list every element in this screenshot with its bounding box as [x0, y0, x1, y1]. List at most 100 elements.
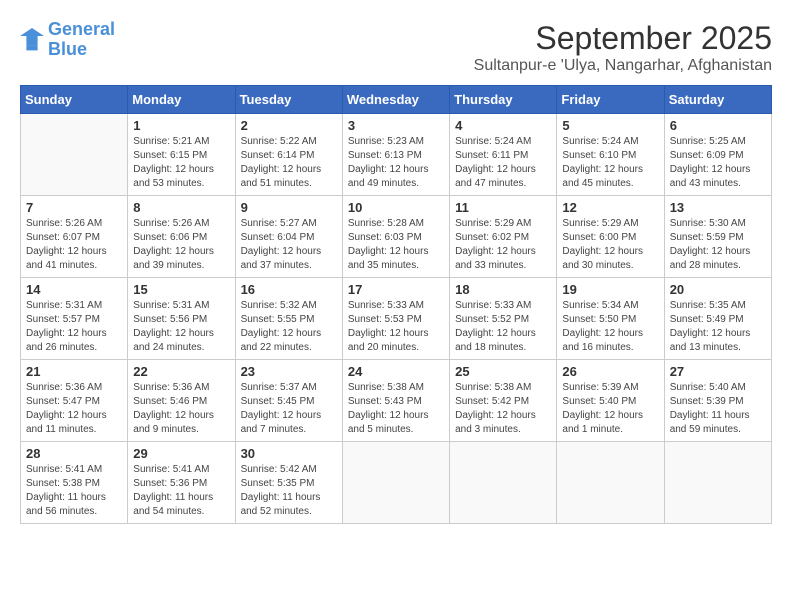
week-row-2: 14 Sunrise: 5:31 AM Sunset: 5:57 PM Dayli…	[21, 278, 772, 360]
day-number: 12	[562, 200, 658, 215]
day-number: 7	[26, 200, 122, 215]
day-number: 8	[133, 200, 229, 215]
day-number: 3	[348, 118, 444, 133]
header-cell-sunday: Sunday	[21, 86, 128, 114]
header-row: SundayMondayTuesdayWednesdayThursdayFrid…	[21, 86, 772, 114]
day-number: 28	[26, 446, 122, 461]
header-cell-monday: Monday	[128, 86, 235, 114]
day-number: 22	[133, 364, 229, 379]
day-number: 15	[133, 282, 229, 297]
day-number: 26	[562, 364, 658, 379]
day-number: 20	[670, 282, 766, 297]
location-subtitle: Sultanpur-e 'Ulya, Nangarhar, Afghanista…	[474, 57, 772, 75]
day-info: Sunrise: 5:41 AM Sunset: 5:38 PM Dayligh…	[26, 463, 122, 519]
day-info: Sunrise: 5:37 AM Sunset: 5:45 PM Dayligh…	[241, 381, 337, 437]
day-info: Sunrise: 5:36 AM Sunset: 5:47 PM Dayligh…	[26, 381, 122, 437]
day-info: Sunrise: 5:26 AM Sunset: 6:07 PM Dayligh…	[26, 217, 122, 273]
logo-icon	[20, 28, 44, 52]
day-number: 14	[26, 282, 122, 297]
day-cell: 15 Sunrise: 5:31 AM Sunset: 5:56 PM Dayli…	[128, 278, 235, 360]
day-info: Sunrise: 5:25 AM Sunset: 6:09 PM Dayligh…	[670, 135, 766, 191]
day-info: Sunrise: 5:29 AM Sunset: 6:00 PM Dayligh…	[562, 217, 658, 273]
day-cell: 22 Sunrise: 5:36 AM Sunset: 5:46 PM Dayli…	[128, 360, 235, 442]
day-cell	[664, 442, 771, 524]
day-info: Sunrise: 5:33 AM Sunset: 5:53 PM Dayligh…	[348, 299, 444, 355]
day-info: Sunrise: 5:38 AM Sunset: 5:42 PM Dayligh…	[455, 381, 551, 437]
day-cell: 9 Sunrise: 5:27 AM Sunset: 6:04 PM Daylig…	[235, 196, 342, 278]
week-row-1: 7 Sunrise: 5:26 AM Sunset: 6:07 PM Daylig…	[21, 196, 772, 278]
day-cell: 5Sunrise: 5:24 AM Sunset: 6:10 PM Daylig…	[557, 114, 664, 196]
day-cell: 12 Sunrise: 5:29 AM Sunset: 6:00 PM Dayli…	[557, 196, 664, 278]
day-info: Sunrise: 5:41 AM Sunset: 5:36 PM Dayligh…	[133, 463, 229, 519]
day-number: 23	[241, 364, 337, 379]
page-header: General Blue September 2025 Sultanpur-e …	[20, 20, 772, 75]
day-number: 9	[241, 200, 337, 215]
day-cell: 2Sunrise: 5:22 AM Sunset: 6:14 PM Daylig…	[235, 114, 342, 196]
day-info: Sunrise: 5:30 AM Sunset: 5:59 PM Dayligh…	[670, 217, 766, 273]
day-cell: 13Sunrise: 5:30 AM Sunset: 5:59 PM Dayli…	[664, 196, 771, 278]
day-info: Sunrise: 5:32 AM Sunset: 5:55 PM Dayligh…	[241, 299, 337, 355]
day-info: Sunrise: 5:29 AM Sunset: 6:02 PM Dayligh…	[455, 217, 551, 273]
day-cell: 4 Sunrise: 5:24 AM Sunset: 6:11 PM Daylig…	[450, 114, 557, 196]
day-info: Sunrise: 5:24 AM Sunset: 6:11 PM Dayligh…	[455, 135, 551, 191]
logo: General Blue	[20, 20, 115, 60]
header-cell-thursday: Thursday	[450, 86, 557, 114]
day-cell: 1 Sunrise: 5:21 AM Sunset: 6:15 PM Daylig…	[128, 114, 235, 196]
day-number: 4	[455, 118, 551, 133]
day-cell: 25 Sunrise: 5:38 AM Sunset: 5:42 PM Dayli…	[450, 360, 557, 442]
day-number: 24	[348, 364, 444, 379]
day-number: 25	[455, 364, 551, 379]
day-cell: 16Sunrise: 5:32 AM Sunset: 5:55 PM Dayli…	[235, 278, 342, 360]
day-info: Sunrise: 5:40 AM Sunset: 5:39 PM Dayligh…	[670, 381, 766, 437]
day-cell: 20 Sunrise: 5:35 AM Sunset: 5:49 PM Dayli…	[664, 278, 771, 360]
day-cell: 23 Sunrise: 5:37 AM Sunset: 5:45 PM Dayli…	[235, 360, 342, 442]
day-info: Sunrise: 5:38 AM Sunset: 5:43 PM Dayligh…	[348, 381, 444, 437]
day-number: 17	[348, 282, 444, 297]
header-cell-wednesday: Wednesday	[342, 86, 449, 114]
day-info: Sunrise: 5:35 AM Sunset: 5:49 PM Dayligh…	[670, 299, 766, 355]
header-cell-tuesday: Tuesday	[235, 86, 342, 114]
month-title: September 2025	[474, 20, 772, 57]
day-number: 2	[241, 118, 337, 133]
day-cell: 29 Sunrise: 5:41 AM Sunset: 5:36 PM Dayli…	[128, 442, 235, 524]
day-cell: 6 Sunrise: 5:25 AM Sunset: 6:09 PM Daylig…	[664, 114, 771, 196]
day-info: Sunrise: 5:34 AM Sunset: 5:50 PM Dayligh…	[562, 299, 658, 355]
week-row-4: 28 Sunrise: 5:41 AM Sunset: 5:38 PM Dayli…	[21, 442, 772, 524]
day-number: 1	[133, 118, 229, 133]
header-cell-saturday: Saturday	[664, 86, 771, 114]
day-info: Sunrise: 5:26 AM Sunset: 6:06 PM Dayligh…	[133, 217, 229, 273]
week-row-3: 21 Sunrise: 5:36 AM Sunset: 5:47 PM Dayli…	[21, 360, 772, 442]
day-number: 6	[670, 118, 766, 133]
day-cell: 7 Sunrise: 5:26 AM Sunset: 6:07 PM Daylig…	[21, 196, 128, 278]
calendar-table: SundayMondayTuesdayWednesdayThursdayFrid…	[20, 85, 772, 524]
day-cell: 19Sunrise: 5:34 AM Sunset: 5:50 PM Dayli…	[557, 278, 664, 360]
title-block: September 2025 Sultanpur-e 'Ulya, Nangar…	[474, 20, 772, 75]
day-number: 29	[133, 446, 229, 461]
day-cell: 17 Sunrise: 5:33 AM Sunset: 5:53 PM Dayli…	[342, 278, 449, 360]
day-info: Sunrise: 5:36 AM Sunset: 5:46 PM Dayligh…	[133, 381, 229, 437]
day-info: Sunrise: 5:21 AM Sunset: 6:15 PM Dayligh…	[133, 135, 229, 191]
day-cell	[450, 442, 557, 524]
day-number: 21	[26, 364, 122, 379]
day-cell: 14 Sunrise: 5:31 AM Sunset: 5:57 PM Dayli…	[21, 278, 128, 360]
day-cell: 18Sunrise: 5:33 AM Sunset: 5:52 PM Dayli…	[450, 278, 557, 360]
day-number: 27	[670, 364, 766, 379]
day-number: 10	[348, 200, 444, 215]
day-info: Sunrise: 5:31 AM Sunset: 5:57 PM Dayligh…	[26, 299, 122, 355]
day-number: 11	[455, 200, 551, 215]
day-info: Sunrise: 5:27 AM Sunset: 6:04 PM Dayligh…	[241, 217, 337, 273]
day-cell: 10Sunrise: 5:28 AM Sunset: 6:03 PM Dayli…	[342, 196, 449, 278]
day-cell: 3 Sunrise: 5:23 AM Sunset: 6:13 PM Daylig…	[342, 114, 449, 196]
day-cell: 8 Sunrise: 5:26 AM Sunset: 6:06 PM Daylig…	[128, 196, 235, 278]
day-info: Sunrise: 5:23 AM Sunset: 6:13 PM Dayligh…	[348, 135, 444, 191]
week-row-0: 1 Sunrise: 5:21 AM Sunset: 6:15 PM Daylig…	[21, 114, 772, 196]
day-cell: 26 Sunrise: 5:39 AM Sunset: 5:40 PM Dayli…	[557, 360, 664, 442]
day-info: Sunrise: 5:39 AM Sunset: 5:40 PM Dayligh…	[562, 381, 658, 437]
day-cell: 24 Sunrise: 5:38 AM Sunset: 5:43 PM Dayli…	[342, 360, 449, 442]
day-cell	[21, 114, 128, 196]
day-info: Sunrise: 5:31 AM Sunset: 5:56 PM Dayligh…	[133, 299, 229, 355]
logo-text: General Blue	[48, 20, 115, 60]
day-info: Sunrise: 5:24 AM Sunset: 6:10 PM Dayligh…	[562, 135, 658, 191]
day-info: Sunrise: 5:42 AM Sunset: 5:35 PM Dayligh…	[241, 463, 337, 519]
day-cell: 30Sunrise: 5:42 AM Sunset: 5:35 PM Dayli…	[235, 442, 342, 524]
